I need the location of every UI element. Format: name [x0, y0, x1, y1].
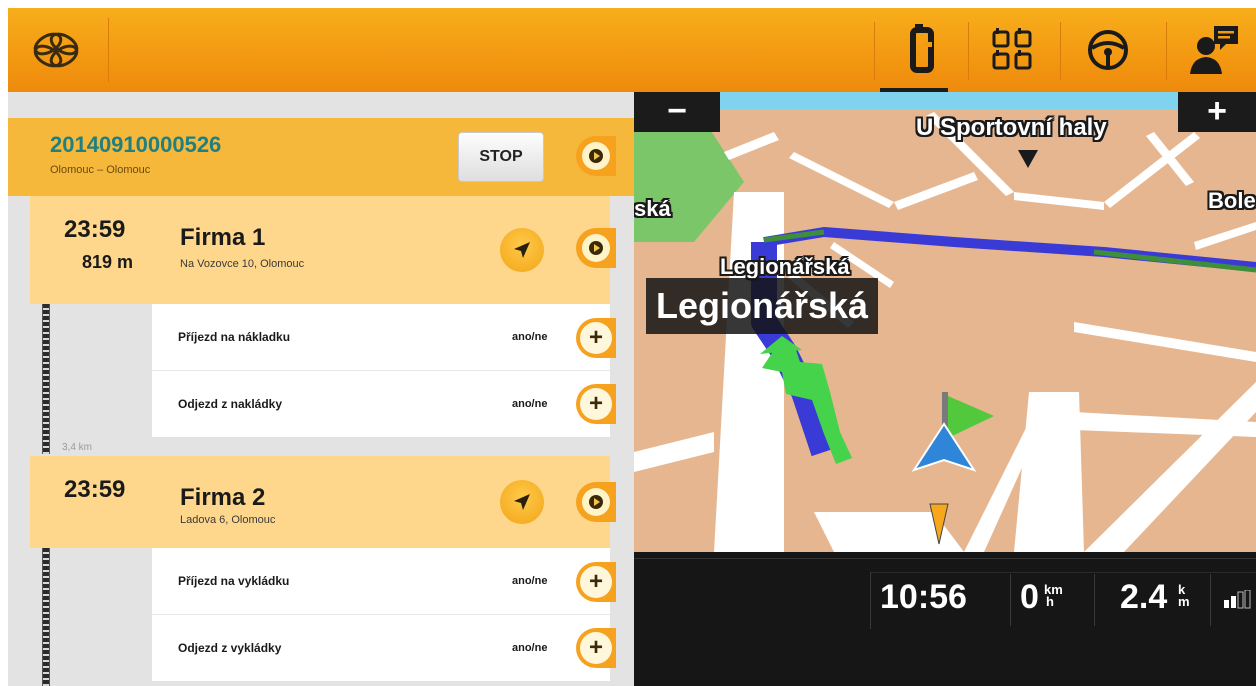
arrow-right-icon — [582, 142, 610, 170]
task-row[interactable]: Odjezd z vykládky ano/ne — [152, 614, 610, 681]
driver-message-icon — [1190, 26, 1238, 74]
stop-address: Ladova 6, Olomouc — [180, 514, 276, 526]
route-track — [42, 548, 50, 686]
route-icon — [910, 24, 934, 73]
stop-name: Firma 2 — [180, 484, 266, 511]
divider — [1094, 574, 1095, 626]
street-label: U Sportovní haly — [916, 114, 1107, 141]
task-value: ano/ne — [512, 575, 548, 587]
divider — [108, 18, 109, 82]
navigation-map[interactable]: − + U Sportovní haly ská Bole Legionářsk… — [634, 92, 1256, 552]
stop-distance: 819 m — [82, 252, 134, 272]
current-street-label: Legionářská — [646, 278, 879, 334]
stop-card-firma-2[interactable]: 23:59 Firma 2 Ladova 6, Olomouc — [30, 456, 616, 548]
route-stop-list: 20140910000526 Olomouc – Olomouc STOP 23… — [8, 92, 634, 686]
driver-message-tab[interactable] — [1168, 8, 1252, 92]
route-tab[interactable] — [880, 8, 964, 92]
drive-tab[interactable] — [1064, 8, 1148, 92]
add-task-button[interactable]: + — [576, 628, 616, 668]
speed-unit-bottom: h — [1046, 594, 1054, 609]
navigate-arrow-icon — [514, 494, 530, 510]
stops-grid-tab[interactable] — [970, 8, 1054, 92]
task-row[interactable]: Příjezd na nákladku ano/ne — [152, 304, 610, 370]
navigate-arrow-icon — [514, 242, 530, 258]
arrow-right-icon — [582, 488, 610, 516]
navigate-button[interactable] — [500, 228, 544, 272]
divider — [1166, 22, 1167, 80]
plus-icon: + — [580, 388, 612, 420]
task-label: Odjezd z vykládky — [178, 641, 282, 655]
stop-detail-button[interactable] — [576, 228, 616, 268]
stop-button[interactable]: STOP — [458, 132, 544, 182]
zoom-out-button[interactable]: − — [634, 92, 720, 132]
street-label: Bole — [1208, 188, 1256, 213]
add-task-button[interactable]: + — [576, 318, 616, 358]
divider — [874, 22, 875, 80]
stop-detail-button[interactable] — [576, 482, 616, 522]
divider — [968, 22, 969, 80]
route-track — [42, 304, 50, 454]
add-task-button[interactable]: + — [576, 562, 616, 602]
gps-signal-icon — [1224, 590, 1251, 609]
divider — [1010, 574, 1011, 626]
task-row[interactable]: Odjezd z nakládky ano/ne — [152, 370, 610, 437]
stop-time: 23:59 — [64, 216, 126, 243]
route-subtitle: Olomouc – Olomouc — [50, 164, 151, 176]
stop-card-firma-1[interactable]: 23:59 819 m Firma 1 Na Vozovce 10, Olomo… — [30, 196, 616, 304]
plus-icon: + — [580, 322, 612, 354]
add-task-button[interactable]: + — [576, 384, 616, 424]
task-label: Příjezd na vykládku — [178, 574, 290, 588]
app-logo-icon[interactable] — [26, 28, 86, 72]
task-value: ano/ne — [512, 642, 548, 654]
steering-wheel-icon — [1088, 30, 1128, 70]
current-time: 10:56 — [880, 578, 967, 616]
distance-unit-bottom: m — [1178, 594, 1190, 609]
task-value: ano/ne — [512, 331, 548, 343]
divider — [1060, 22, 1061, 80]
remaining-distance: 2.4 — [1120, 578, 1168, 616]
stops-grid-icon — [992, 28, 1032, 70]
navigation-status-bar: 10:56 0 km h 2.4 k m — [634, 552, 1256, 686]
arrow-right-icon — [582, 234, 610, 262]
plus-icon: + — [580, 566, 612, 598]
route-header[interactable]: 20140910000526 Olomouc – Olomouc STOP — [8, 118, 634, 196]
top-toolbar — [8, 8, 1256, 92]
plus-icon: + — [580, 632, 612, 664]
navigate-button[interactable] — [500, 480, 544, 524]
route-id: 20140910000526 — [50, 132, 222, 157]
divider — [1210, 574, 1211, 626]
current-speed: 0 — [1020, 578, 1039, 616]
task-row[interactable]: Příjezd na vykládku ano/ne — [152, 548, 610, 614]
street-label: Legionářská — [720, 254, 850, 279]
divider — [634, 558, 1256, 559]
segment-distance: 3,4 km — [62, 442, 93, 453]
task-label: Příjezd na nákladku — [178, 330, 291, 344]
stop-name: Firma 1 — [180, 224, 266, 251]
route-detail-button[interactable] — [576, 136, 616, 176]
stop-time: 23:59 — [64, 476, 126, 503]
task-value: ano/ne — [512, 398, 548, 410]
zoom-in-button[interactable]: + — [1178, 92, 1256, 132]
street-label: ská — [634, 196, 671, 221]
task-label: Odjezd z nakládky — [178, 397, 283, 411]
stop-address: Na Vozovce 10, Olomouc — [180, 258, 305, 270]
